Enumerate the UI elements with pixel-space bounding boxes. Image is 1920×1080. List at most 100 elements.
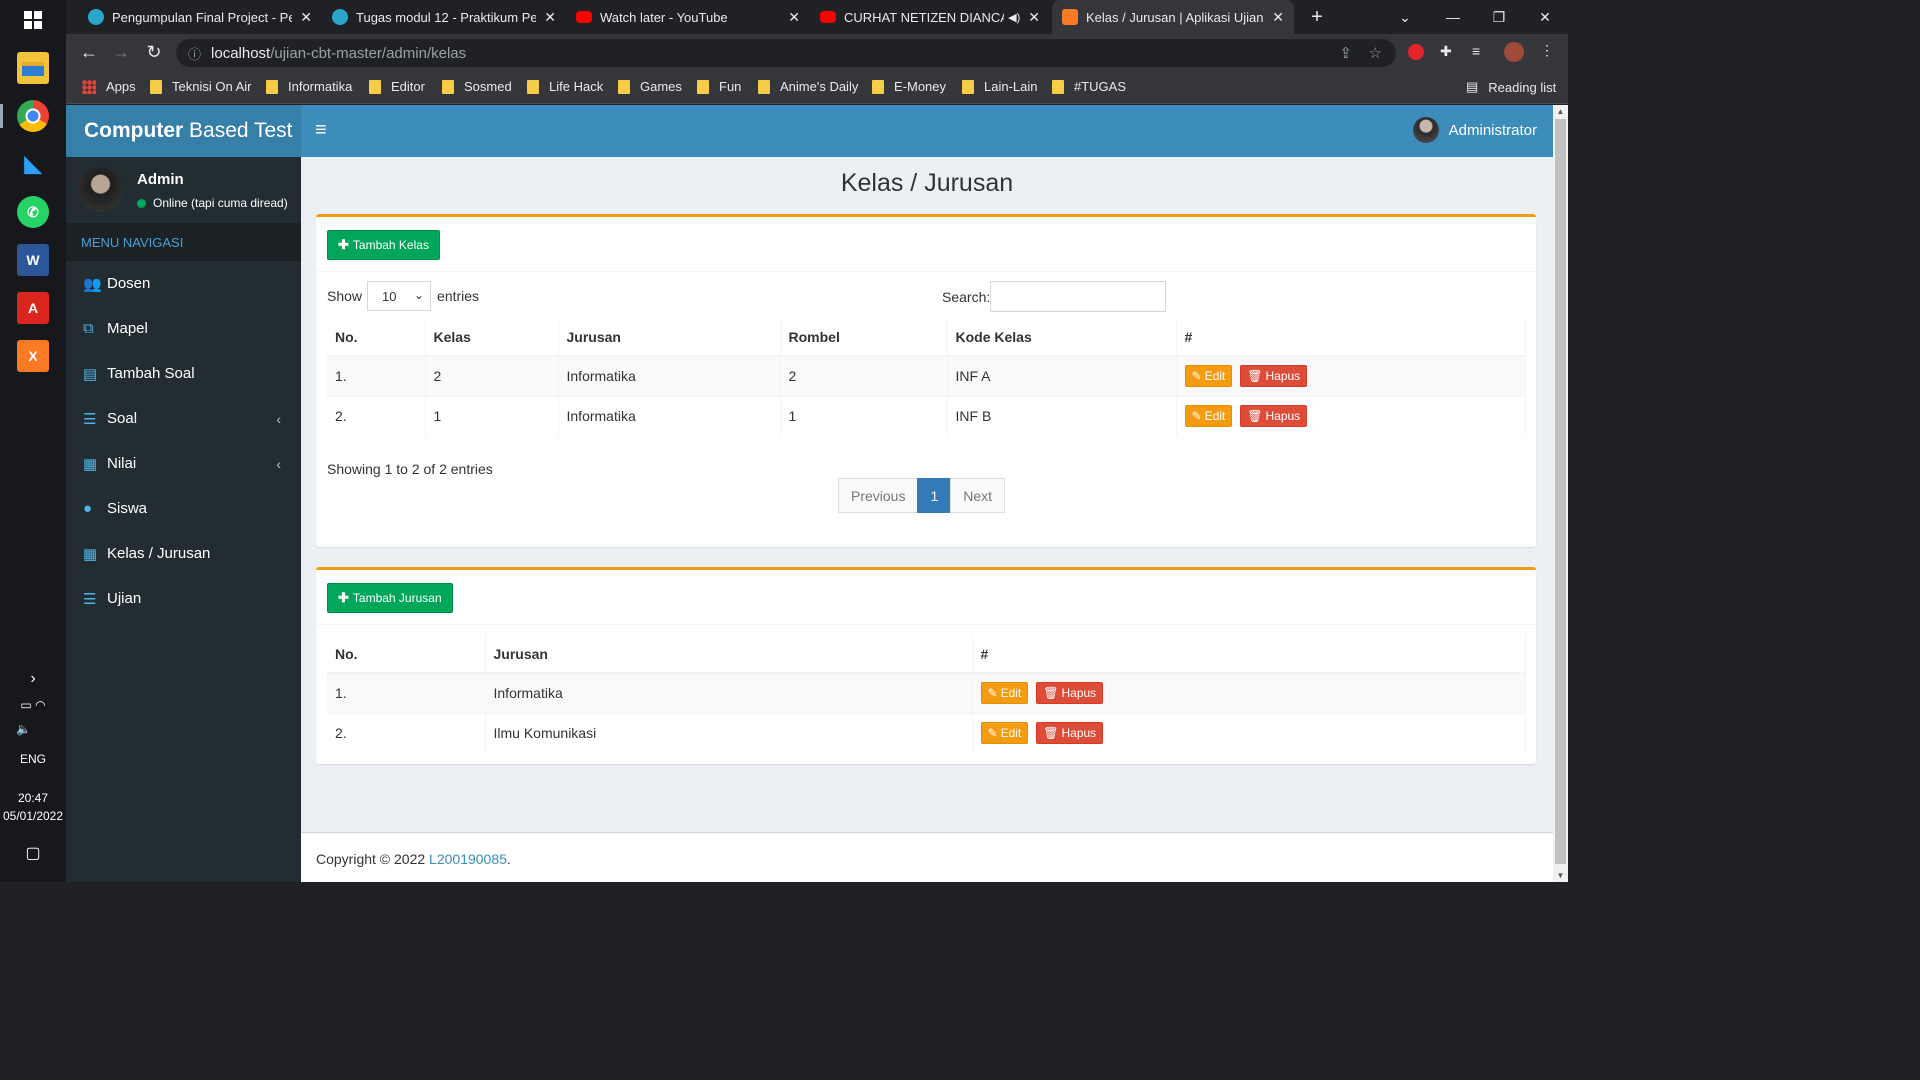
show-hidden-icons-icon[interactable]: › (0, 670, 66, 688)
back-arrow-icon[interactable]: ← (78, 42, 100, 63)
delete-button[interactable]: 🗑 Hapus (1240, 365, 1308, 388)
sidebar-item-tambah-soal[interactable]: ▤ Tambah Soal (66, 351, 301, 396)
next-page-button[interactable]: Next (950, 478, 1006, 513)
sidebar-item-dosen[interactable]: 👥 Dosen (66, 261, 301, 306)
app-logo[interactable]: Computer Based Test (66, 105, 301, 157)
whatsapp-icon[interactable]: ✆ (17, 196, 49, 228)
bookmark-folder[interactable]: #TUGAS (1052, 79, 1126, 94)
bookmark-folder[interactable]: Teknisi On Air (150, 79, 251, 94)
extension-red-icon[interactable] (1408, 44, 1424, 60)
browser-tab[interactable]: Tugas modul 12 - Praktikum Pem ✕ (322, 0, 566, 34)
windows-start-icon[interactable] (17, 4, 49, 36)
bookmark-folder[interactable]: E-Money (872, 79, 946, 94)
column-header[interactable]: Kode Kelas (947, 318, 1177, 357)
close-tab-icon[interactable]: ✕ (300, 9, 312, 26)
vscode-icon[interactable]: ◣ (17, 148, 49, 180)
page-length-value: 10 (382, 288, 397, 304)
delete-button[interactable]: 🗑 Hapus (1036, 682, 1104, 705)
bookmark-folder[interactable]: Informatika (266, 79, 352, 94)
tab-search-chevron-icon[interactable]: ⌄ (1382, 0, 1428, 34)
user-menu[interactable]: Administrator (1412, 117, 1537, 143)
scroll-down-icon[interactable]: ▼ (1553, 871, 1568, 880)
word-icon[interactable]: W (17, 244, 49, 276)
scrollbar-thumb[interactable] (1555, 119, 1566, 864)
previous-page-button[interactable]: Previous (838, 478, 919, 513)
file-explorer-icon[interactable] (17, 52, 49, 84)
close-tab-icon[interactable]: ✕ (1028, 9, 1040, 26)
site-info-icon[interactable]: ⓘ (188, 44, 201, 63)
sidebar-item-ujian[interactable]: ☰ Ujian (66, 576, 301, 621)
browser-tab[interactable]: CURHAT NETIZEN DIANCAM ◀) ✕ (810, 0, 1050, 34)
delete-button[interactable]: 🗑 Hapus (1036, 722, 1104, 745)
close-window-button[interactable]: ✕ (1522, 0, 1568, 34)
browser-tab-active[interactable]: Kelas / Jurusan | Aplikasi Ujian Be ✕ (1052, 0, 1294, 34)
add-kelas-button[interactable]: ✚ Tambah Kelas (327, 230, 440, 260)
column-header[interactable]: Rombel (780, 318, 948, 357)
bookmark-folder[interactable]: Editor (369, 79, 425, 94)
forward-arrow-icon[interactable]: → (110, 42, 132, 63)
address-bar[interactable]: ⓘ localhost/ujian-cbt-master/admin/kelas… (176, 39, 1396, 67)
edit-button[interactable]: ✎ Edit (980, 722, 1029, 745)
bookmark-folder[interactable]: Fun (697, 79, 741, 94)
notification-icon[interactable]: ▢ (0, 843, 66, 863)
bookmark-label: #TUGAS (1074, 79, 1127, 94)
new-tab-button[interactable]: + (1294, 0, 1340, 34)
scroll-up-icon[interactable]: ▲ (1553, 107, 1568, 116)
bookmark-apps[interactable]: Apps (82, 79, 136, 94)
restore-button[interactable]: ❐ (1476, 0, 1522, 34)
add-jurusan-button[interactable]: ✚ Tambah Jurusan (327, 583, 453, 613)
reading-list[interactable]: ▤ Reading list (1466, 79, 1556, 95)
edit-icon: ✎ (1191, 409, 1202, 424)
reload-icon[interactable]: ↻ (143, 42, 165, 63)
bookmark-folder[interactable]: Anime's Daily (758, 79, 858, 94)
sidebar-item-siswa[interactable]: ● Siswa (66, 486, 301, 531)
bookmark-folder[interactable]: Sosmed (442, 79, 512, 94)
edit-button[interactable]: ✎ Edit (980, 682, 1029, 705)
close-tab-icon[interactable]: ✕ (544, 9, 556, 26)
sidebar-item-mapel[interactable]: ⧉ Mapel (66, 306, 301, 351)
extensions-puzzle-icon[interactable]: ✚ (1440, 43, 1452, 60)
language-indicator[interactable]: ENG (0, 752, 66, 766)
audio-playing-icon[interactable]: ◀) (1008, 11, 1020, 24)
volume-icon[interactable]: 🔈 (0, 722, 66, 736)
browser-tab[interactable]: Watch later - YouTube ✕ (566, 0, 810, 34)
page-scrollbar[interactable]: ▲ ▼ (1553, 105, 1568, 882)
bookmark-star-icon[interactable]: ☆ (1369, 44, 1382, 62)
chrome-menu-icon[interactable]: ⋮ (1540, 42, 1554, 59)
column-header[interactable]: # (1176, 318, 1526, 357)
search-input[interactable] (990, 281, 1167, 312)
column-header[interactable]: Jurusan (558, 318, 781, 357)
edit-button[interactable]: ✎ Edit (1184, 405, 1233, 428)
list-icon: ☰ (83, 410, 97, 428)
acrobat-icon[interactable]: A (17, 292, 49, 324)
close-tab-icon[interactable]: ✕ (1272, 9, 1284, 26)
button-label: Edit (1204, 369, 1226, 384)
column-header[interactable]: No. (327, 318, 426, 357)
media-controls-icon[interactable]: ≡ (1472, 43, 1480, 59)
share-icon[interactable]: ⇪ (1339, 44, 1352, 62)
browser-tab[interactable]: Pengumpulan Final Project - Pem ✕ (78, 0, 322, 34)
bookmark-folder[interactable]: Lain-Lain (962, 79, 1038, 94)
sidebar-item-kelas-jurusan[interactable]: ▦ Kelas / Jurusan (66, 531, 301, 576)
footer-link[interactable]: L200190085 (429, 851, 507, 867)
bookmark-folder[interactable]: Life Hack (527, 79, 603, 94)
delete-button[interactable]: 🗑 Hapus (1240, 405, 1308, 428)
minimize-button[interactable]: — (1430, 0, 1476, 34)
column-header[interactable]: Kelas (425, 318, 559, 357)
sidebar-item-soal[interactable]: ☰ Soal ‹ (66, 396, 301, 441)
sidebar-toggle-icon[interactable]: ≡ (315, 119, 327, 142)
sidebar-item-nilai[interactable]: ▦ Nilai ‹ (66, 441, 301, 486)
bookmark-folder[interactable]: Games (618, 79, 682, 94)
battery-wifi-icon[interactable]: ▭ ◠ (0, 698, 66, 712)
clock-time[interactable]: 20:47 (0, 791, 66, 805)
xampp-icon[interactable]: X (17, 340, 49, 372)
close-tab-icon[interactable]: ✕ (788, 9, 800, 26)
profile-avatar-icon[interactable] (1504, 42, 1524, 62)
table-row: 1. 2 Informatika 2 INF A ✎ Edit 🗑 Hapus (327, 355, 1526, 396)
divider (316, 271, 1536, 272)
chrome-icon[interactable] (17, 100, 49, 132)
edit-button[interactable]: ✎ Edit (1184, 365, 1233, 388)
page-number-button[interactable]: 1 (917, 478, 952, 513)
page-length-select[interactable]: 10 ⌄ (367, 281, 432, 311)
clock-date[interactable]: 05/01/2022 (0, 809, 66, 823)
